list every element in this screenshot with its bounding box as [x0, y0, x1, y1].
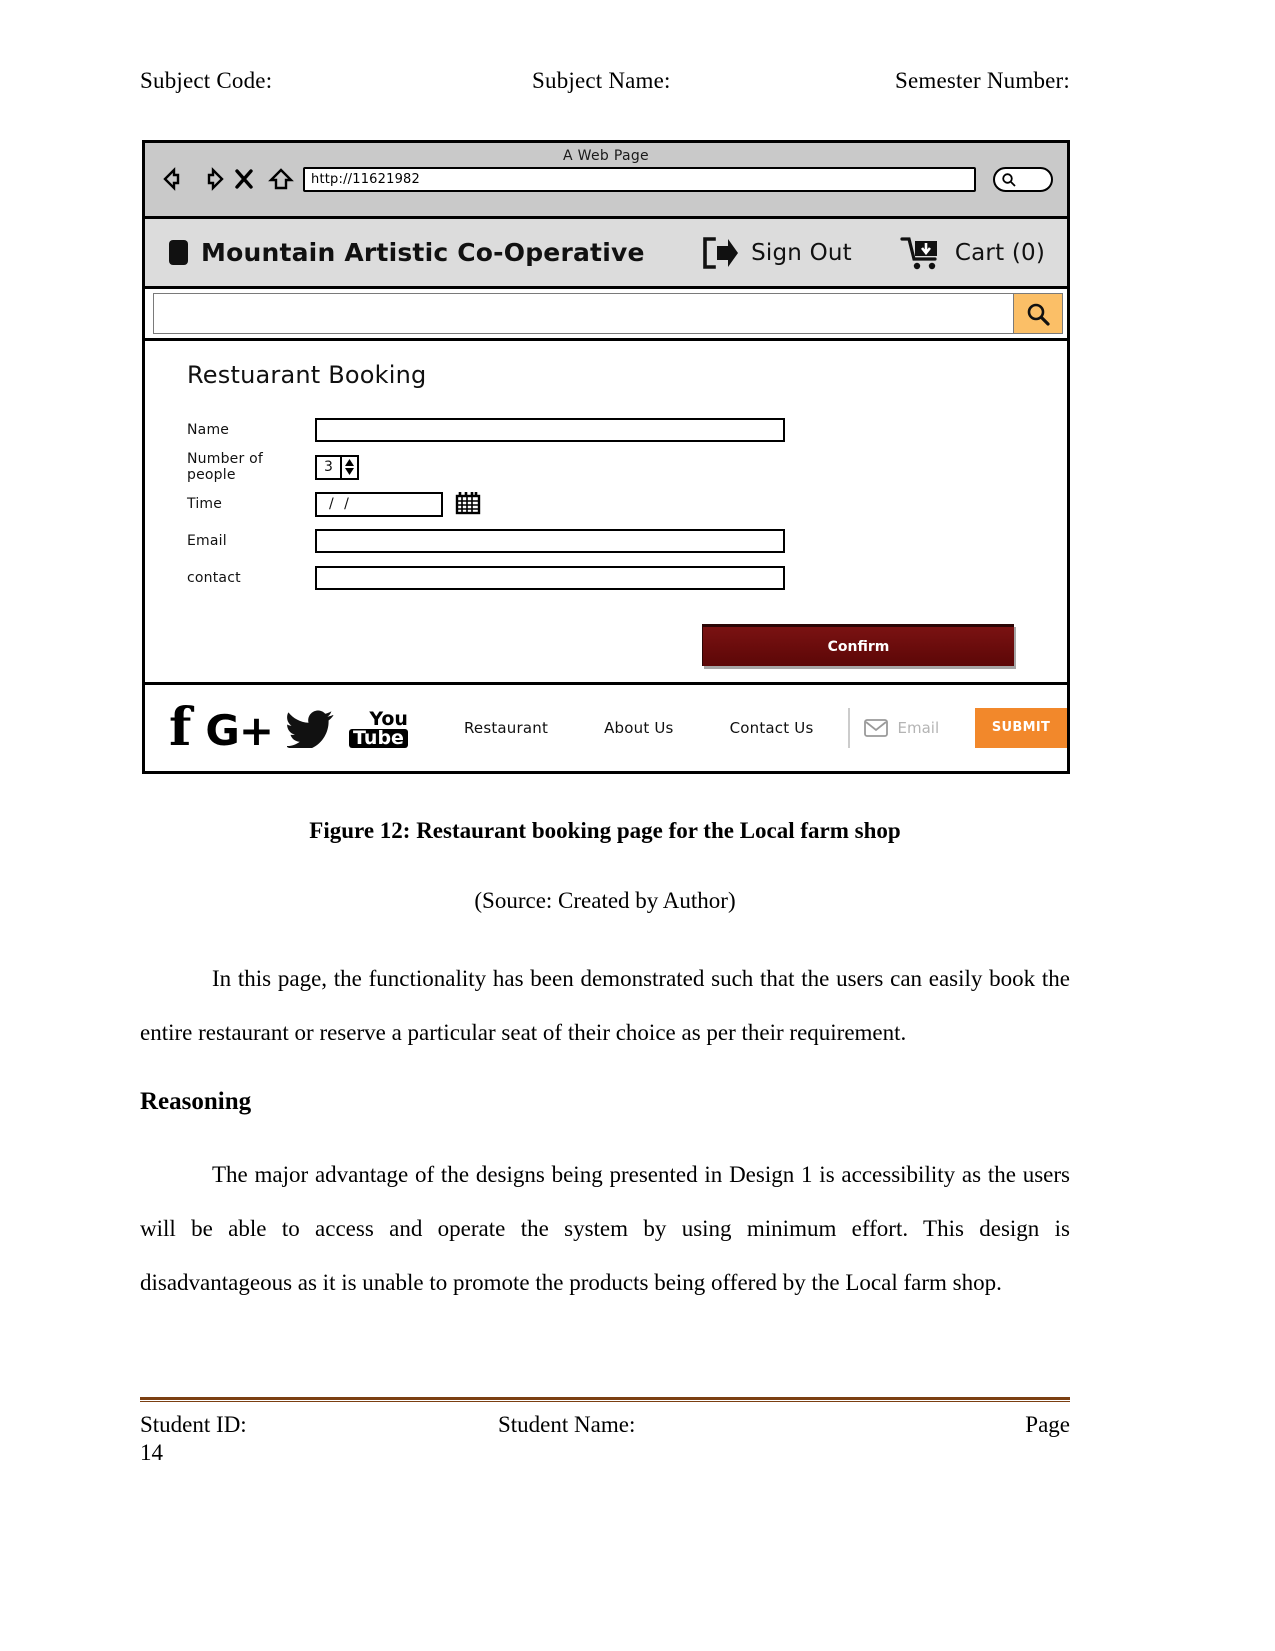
form-row-time: Time / / — [187, 487, 1067, 521]
number-of-people-stepper[interactable]: 3 — [315, 454, 359, 480]
booking-form-panel: Restuarant Booking Name Number of people… — [145, 341, 1067, 685]
footer-divider — [140, 1397, 1070, 1402]
browser-search-box[interactable] — [993, 166, 1053, 192]
form-row-email: Email — [187, 524, 1067, 558]
newsletter-placeholder: Email — [897, 718, 940, 737]
wireframe-mockup: A Web Page http://11621982 Mountain Arti… — [142, 140, 1070, 774]
label-contact: contact — [187, 570, 241, 586]
form-row-name: Name — [187, 413, 1067, 447]
cart-button[interactable]: Cart (0) — [900, 235, 1045, 271]
header-semester-number: Semester Number: — [894, 68, 1070, 93]
form-row-contact: contact — [187, 561, 1067, 595]
google-plus-icon[interactable]: G+ — [205, 709, 274, 751]
back-arrow-icon[interactable] — [163, 166, 189, 192]
cart-label: Cart (0) — [954, 239, 1045, 266]
footer-student-id: Student ID: — [140, 1412, 247, 1437]
social-links: f G+ You Tube — [169, 701, 408, 753]
footer-link-restaurant[interactable]: Restaurant — [464, 719, 548, 737]
header-subject-code: Subject Code: — [140, 68, 273, 93]
contact-input[interactable] — [315, 566, 785, 590]
label-number-of-people: Number of people — [187, 451, 263, 483]
browser-window-title: A Web Page — [563, 148, 649, 164]
shopping-cart-icon — [900, 236, 937, 269]
brand-name: Mountain Artistic Co-Operative — [201, 238, 645, 267]
paragraph-1-text: In this page, the functionality has been… — [140, 966, 1070, 1045]
label-time: Time — [187, 496, 223, 512]
figure-caption: Figure 12: Restaurant booking page for t… — [309, 818, 901, 843]
paragraph-2-text: The major advantage of the designs being… — [140, 1162, 1070, 1295]
heading-reasoning: Reasoning — [140, 1088, 252, 1115]
label-email: Email — [187, 533, 227, 549]
sign-out-button[interactable]: Sign Out — [700, 236, 852, 270]
search-input[interactable] — [153, 293, 1013, 334]
paragraph-1: In this page, the functionality has been… — [140, 952, 1070, 1060]
site-search-row — [145, 289, 1067, 341]
footer-page-label: Page — [1025, 1412, 1070, 1437]
url-text: http://11621982 — [311, 171, 420, 187]
newsletter-submit-button[interactable]: SUBMIT — [975, 707, 1067, 748]
footer-page-number: 14 — [140, 1440, 163, 1465]
document-footer: Student ID: Student Name: Page 14 — [140, 1412, 1070, 1466]
square-logo-icon — [169, 240, 188, 265]
home-icon[interactable] — [268, 166, 294, 192]
document-header: Subject Code: Subject Name: Semester Num… — [140, 68, 1070, 104]
label-name: Name — [187, 422, 230, 438]
youtube-tube-text: Tube — [349, 729, 408, 749]
forward-arrow-icon[interactable] — [198, 166, 224, 192]
document-page: Subject Code: Subject Name: Semester Num… — [0, 0, 1275, 1651]
stop-x-icon[interactable] — [233, 166, 259, 192]
sign-out-icon — [703, 236, 739, 269]
newsletter-input[interactable]: Email — [849, 707, 975, 748]
name-input[interactable] — [315, 418, 785, 442]
browser-chrome: A Web Page http://11621982 — [145, 143, 1067, 219]
site-footer: f G+ You Tube Restaurant About Us Contac… — [145, 685, 1067, 770]
search-icon — [1027, 303, 1050, 326]
email-input[interactable] — [315, 529, 785, 553]
time-input[interactable]: / / — [315, 491, 443, 517]
search-button[interactable] — [1013, 293, 1063, 334]
twitter-icon[interactable] — [287, 708, 335, 749]
header-subject-name: Subject Name: — [532, 68, 671, 93]
form-title: Restuarant Booking — [187, 361, 427, 389]
sign-out-label: Sign Out — [751, 239, 852, 266]
figure-source: (Source: Created by Author) — [474, 888, 736, 913]
url-bar[interactable]: http://11621982 — [303, 166, 976, 192]
footer-links: Restaurant About Us Contact Us — [464, 719, 814, 737]
number-of-people-value: 3 — [324, 459, 333, 475]
youtube-icon[interactable]: You Tube — [349, 710, 408, 749]
site-header: Mountain Artistic Co-Operative Sign Out — [145, 219, 1067, 289]
stepper-arrows-icon[interactable] — [340, 456, 357, 478]
envelope-icon — [863, 718, 888, 737]
confirm-button[interactable]: Confirm — [702, 624, 1014, 666]
form-row-number-of-people: Number of people 3 — [187, 450, 1067, 484]
time-value: / / — [329, 496, 352, 512]
magnifier-icon — [1002, 172, 1016, 187]
brand[interactable]: Mountain Artistic Co-Operative — [169, 238, 645, 267]
calendar-icon[interactable] — [455, 490, 481, 519]
footer-student-name: Student Name: — [498, 1412, 636, 1437]
newsletter-signup: Email SUBMIT — [847, 707, 1067, 748]
footer-link-contact-us[interactable]: Contact Us — [730, 719, 814, 737]
footer-link-about-us[interactable]: About Us — [604, 719, 674, 737]
paragraph-2: The major advantage of the designs being… — [140, 1148, 1070, 1310]
facebook-icon[interactable]: f — [169, 701, 191, 752]
